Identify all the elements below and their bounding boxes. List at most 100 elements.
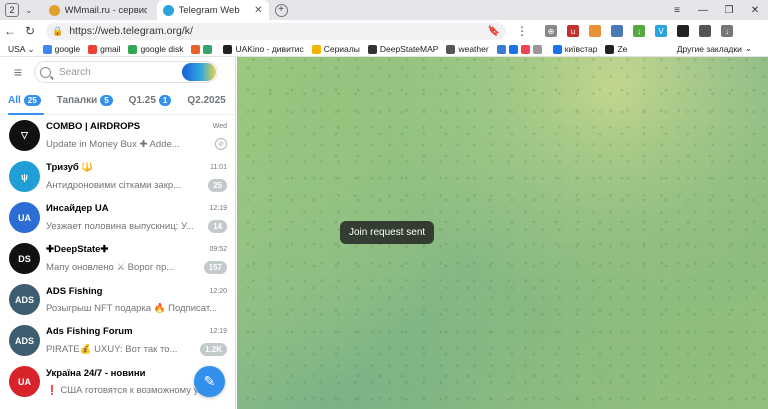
download-icon[interactable]: ↓ xyxy=(633,25,645,37)
new-tab-button[interactable]: + xyxy=(274,3,288,17)
chat-item[interactable]: ▽ COMBO | AIRDROPS Wed Update in Money Bu… xyxy=(0,115,235,156)
chat-item[interactable]: DS ✚DeepState✚ 09:52 Мапу оновлено ⚔ Воро… xyxy=(0,238,235,279)
url-field[interactable]: 🔒 https://web.telegram.org/k/ 🔖 xyxy=(46,22,506,40)
chat-item[interactable]: UA Инсайдер UA 12:19 Уезжает половина вып… xyxy=(0,197,235,238)
bookmark-icons[interactable] xyxy=(496,44,545,54)
chat-list-sidebar: ≡ Search All 25 Тапалки 5 Q1.25 1 Q2.202… xyxy=(0,57,236,409)
bookmark-deepstate[interactable]: DeepStateMAP xyxy=(367,44,438,54)
bookmark-serials[interactable]: Сериалы xyxy=(311,44,360,54)
minimize-icon[interactable]: — xyxy=(690,5,716,16)
new-message-button[interactable]: ✎ xyxy=(194,366,225,397)
kyivstar-icon xyxy=(552,44,562,54)
bookmarks-icon[interactable]: ≡ xyxy=(664,5,690,16)
avatar: DS xyxy=(9,243,40,274)
extension-icon[interactable] xyxy=(699,25,711,37)
download-arrow-icon[interactable]: ↓ xyxy=(721,25,733,37)
bookmark-label: google disk xyxy=(140,44,184,54)
close-icon[interactable]: ✕ xyxy=(254,5,262,16)
bookmark-usa[interactable]: USA ⌄ xyxy=(8,44,35,55)
bookmark-icon[interactable]: 🔖 xyxy=(488,26,500,37)
menu-icon[interactable]: ≡ xyxy=(8,64,28,80)
browser-tab-wmmail[interactable]: WMmail.ru - сервис почто xyxy=(43,0,153,20)
browser-tab-telegram[interactable]: Telegram Web ✕ xyxy=(156,0,269,20)
extension-icon[interactable]: V xyxy=(655,25,667,37)
extension-icon[interactable] xyxy=(589,25,601,37)
chat-time: Wed xyxy=(212,123,227,130)
other-bookmarks[interactable]: Другие закладки ⌄ xyxy=(677,43,752,54)
avatar: UA xyxy=(9,366,40,397)
folder-count: 1 xyxy=(158,95,172,106)
tab-q1[interactable]: Q1.25 1 xyxy=(129,95,172,106)
bookmark-icon xyxy=(203,44,213,54)
chat-name: Ads Fishing Forum xyxy=(46,325,133,337)
tab-title: WMmail.ru - сервис почто xyxy=(64,4,147,16)
tab-tapalki[interactable]: Тапалки 5 xyxy=(57,95,113,106)
chat-time: 12:20 xyxy=(209,287,227,295)
chat-item[interactable]: ψ Тризуб 🔱 11:01 Антидронoвими сітками за… xyxy=(0,156,235,197)
other-bookmarks-label: Другие закладки xyxy=(676,43,742,54)
bookmark-google[interactable]: google xyxy=(42,44,81,54)
bookmark-uakino[interactable]: UAKino - дивитис xyxy=(223,44,304,54)
bookmark-label: gmail xyxy=(100,44,121,54)
avatar: ψ xyxy=(9,161,40,192)
url-text: https://web.telegram.org/k/ xyxy=(69,25,193,37)
extensions-row: ⊕ u ↓ V ↓ xyxy=(540,25,738,37)
chat-list: ▽ COMBO | AIRDROPS Wed Update in Money Bu… xyxy=(0,115,235,402)
close-window-icon[interactable]: ✕ xyxy=(742,5,768,16)
avatar: ADS xyxy=(9,325,40,356)
folder-tabs: All 25 Тапалки 5 Q1.25 1 Q2.2025 xyxy=(0,87,235,115)
pin-icon: ⊘ xyxy=(215,138,227,150)
bookmark-icon xyxy=(191,44,201,54)
folder-label: Тапалки xyxy=(56,95,98,106)
bookmark-icons[interactable] xyxy=(191,44,215,54)
bookmark-icon xyxy=(496,44,506,54)
bookmark-kyivstar[interactable]: київстар xyxy=(552,44,597,54)
tab-all[interactable]: All 25 xyxy=(8,95,41,106)
chat-preview: Update in Money Bux ✚ Adde... xyxy=(46,138,180,150)
chat-time: 11:01 xyxy=(210,163,227,171)
chevron-down-icon[interactable]: ⌄ xyxy=(25,5,33,16)
bookmark-weather[interactable]: weather xyxy=(446,44,489,54)
folder-label: Q1.25 xyxy=(128,95,156,106)
extension-icon[interactable] xyxy=(611,25,623,37)
tab-count-button[interactable]: 2 xyxy=(5,3,19,17)
bookmark-icon xyxy=(532,44,542,54)
chat-item[interactable]: ADS ADS Fishing 12:20 Розыгрыш NFT подарк… xyxy=(0,279,235,320)
chat-item[interactable]: ADS Ads Fishing Forum 12:19 PIRATE💰 UXUY:… xyxy=(0,320,235,361)
pencil-icon: ✎ xyxy=(203,373,216,389)
bookmark-gmail[interactable]: gmail xyxy=(88,44,120,54)
bookmark-google-disk[interactable]: google disk xyxy=(128,44,183,54)
bookmark-label: USA xyxy=(8,44,26,54)
bookmarks-bar: USA ⌄ google gmail google disk UAKino - д… xyxy=(0,42,768,57)
maximize-icon[interactable]: ❐ xyxy=(716,5,742,16)
translate-icon[interactable]: ⊕ xyxy=(545,25,557,37)
unread-badge: 157 xyxy=(203,260,227,274)
back-icon[interactable]: ← xyxy=(0,24,20,38)
avatar: ADS xyxy=(9,284,40,315)
unread-badge: 1.2K xyxy=(200,342,227,356)
extension-icon[interactable] xyxy=(677,25,689,37)
more-icon[interactable]: ⋮ xyxy=(512,24,532,38)
deepstate-icon xyxy=(367,44,377,54)
reload-icon[interactable]: ↻ xyxy=(20,24,40,38)
chat-preview: Мапу оновлено ⚔ Ворог пр... xyxy=(46,261,175,273)
unread-badge: 14 xyxy=(208,219,227,233)
chat-name: Україна 24/7 - новини xyxy=(46,367,146,379)
story-avatar[interactable] xyxy=(182,63,216,81)
chat-preview: Уезжает половина выпускниц: У... xyxy=(46,220,194,232)
bookmark-icon xyxy=(508,44,518,54)
folder-count: 5 xyxy=(100,95,113,106)
window-controls: ≡ — ❐ ✕ xyxy=(664,0,768,20)
tab-q2[interactable]: Q2.2025 xyxy=(187,95,225,106)
bookmark-ze[interactable]: Ze xyxy=(605,44,627,54)
chat-background: Join request sent xyxy=(237,57,768,409)
ublock-icon[interactable]: u xyxy=(567,25,579,37)
wmmail-favicon-icon xyxy=(48,4,60,16)
folder-count: 25 xyxy=(23,95,41,106)
unread-badge: 25 xyxy=(208,178,227,192)
ze-icon xyxy=(605,44,615,54)
uakino-icon xyxy=(223,44,233,54)
bookmark-label: google xyxy=(54,44,81,54)
avatar: UA xyxy=(9,202,40,233)
search-input[interactable]: Search xyxy=(34,61,218,83)
